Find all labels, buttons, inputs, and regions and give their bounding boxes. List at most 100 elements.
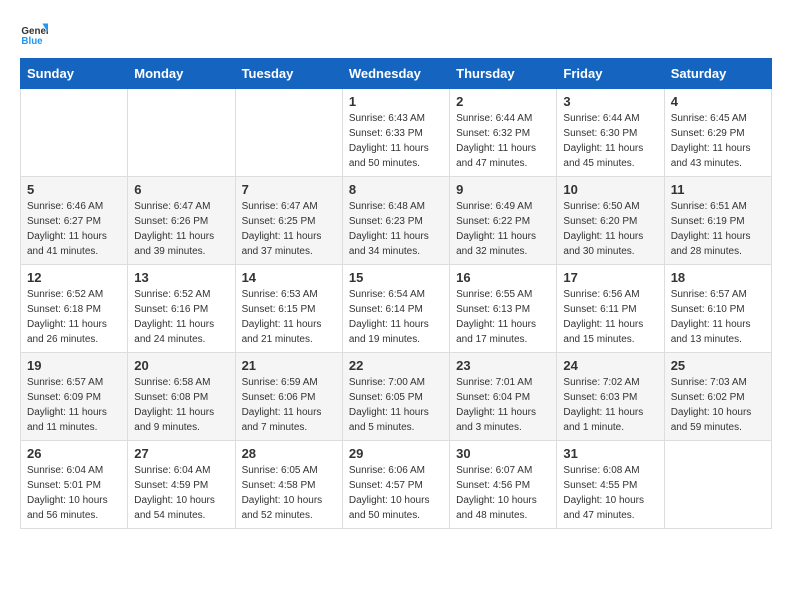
logo: General Blue	[20, 20, 52, 48]
calendar-table: SundayMondayTuesdayWednesdayThursdayFrid…	[20, 58, 772, 529]
calendar-cell: 25 Sunrise: 7:03 AM Sunset: 6:02 PM Dayli…	[664, 353, 771, 441]
day-info: Sunrise: 6:53 AM Sunset: 6:15 PM Dayligh…	[242, 287, 336, 347]
day-number: 2	[456, 94, 550, 109]
day-number: 19	[27, 358, 121, 373]
day-number: 30	[456, 446, 550, 461]
day-number: 3	[563, 94, 657, 109]
day-number: 23	[456, 358, 550, 373]
week-row-3: 19 Sunrise: 6:57 AM Sunset: 6:09 PM Dayli…	[21, 353, 772, 441]
calendar-cell: 21Sunrise: 6:59 AM Sunset: 6:06 PM Dayli…	[235, 353, 342, 441]
day-info: Sunrise: 6:04 AM Sunset: 5:01 PM Dayligh…	[27, 463, 121, 523]
calendar-cell: 10Sunrise: 6:50 AM Sunset: 6:20 PM Dayli…	[557, 177, 664, 265]
day-info: Sunrise: 6:05 AM Sunset: 4:58 PM Dayligh…	[242, 463, 336, 523]
day-info: Sunrise: 6:07 AM Sunset: 4:56 PM Dayligh…	[456, 463, 550, 523]
day-number: 16	[456, 270, 550, 285]
calendar-cell: 5 Sunrise: 6:46 AM Sunset: 6:27 PM Daylig…	[21, 177, 128, 265]
calendar-header: SundayMondayTuesdayWednesdayThursdayFrid…	[21, 59, 772, 89]
day-number: 18	[671, 270, 765, 285]
day-info: Sunrise: 6:52 AM Sunset: 6:16 PM Dayligh…	[134, 287, 228, 347]
calendar-cell	[664, 441, 771, 529]
calendar-cell: 11Sunrise: 6:51 AM Sunset: 6:19 PM Dayli…	[664, 177, 771, 265]
calendar-cell: 19 Sunrise: 6:57 AM Sunset: 6:09 PM Dayli…	[21, 353, 128, 441]
calendar-cell: 20 Sunrise: 6:58 AM Sunset: 6:08 PM Dayli…	[128, 353, 235, 441]
day-number: 21	[242, 358, 336, 373]
weekday-wednesday: Wednesday	[342, 59, 449, 89]
day-info: Sunrise: 6:48 AM Sunset: 6:23 PM Dayligh…	[349, 199, 443, 259]
day-info: Sunrise: 6:08 AM Sunset: 4:55 PM Dayligh…	[563, 463, 657, 523]
weekday-thursday: Thursday	[450, 59, 557, 89]
day-info: Sunrise: 6:06 AM Sunset: 4:57 PM Dayligh…	[349, 463, 443, 523]
weekday-row: SundayMondayTuesdayWednesdayThursdayFrid…	[21, 59, 772, 89]
week-row-1: 5 Sunrise: 6:46 AM Sunset: 6:27 PM Daylig…	[21, 177, 772, 265]
calendar-cell: 4 Sunrise: 6:45 AM Sunset: 6:29 PM Daylig…	[664, 89, 771, 177]
weekday-tuesday: Tuesday	[235, 59, 342, 89]
calendar-cell: 16 Sunrise: 6:55 AM Sunset: 6:13 PM Dayli…	[450, 265, 557, 353]
day-number: 7	[242, 182, 336, 197]
day-number: 26	[27, 446, 121, 461]
day-info: Sunrise: 6:56 AM Sunset: 6:11 PM Dayligh…	[563, 287, 657, 347]
calendar-cell: 23 Sunrise: 7:01 AM Sunset: 6:04 PM Dayli…	[450, 353, 557, 441]
day-number: 10	[563, 182, 657, 197]
calendar-cell: 31 Sunrise: 6:08 AM Sunset: 4:55 PM Dayli…	[557, 441, 664, 529]
calendar-cell: 24Sunrise: 7:02 AM Sunset: 6:03 PM Dayli…	[557, 353, 664, 441]
day-info: Sunrise: 6:57 AM Sunset: 6:10 PM Dayligh…	[671, 287, 765, 347]
calendar-cell: 17Sunrise: 6:56 AM Sunset: 6:11 PM Dayli…	[557, 265, 664, 353]
weekday-sunday: Sunday	[21, 59, 128, 89]
calendar-cell: 15Sunrise: 6:54 AM Sunset: 6:14 PM Dayli…	[342, 265, 449, 353]
calendar-cell: 27Sunrise: 6:04 AM Sunset: 4:59 PM Dayli…	[128, 441, 235, 529]
day-info: Sunrise: 6:46 AM Sunset: 6:27 PM Dayligh…	[27, 199, 121, 259]
day-info: Sunrise: 6:49 AM Sunset: 6:22 PM Dayligh…	[456, 199, 550, 259]
day-number: 20	[134, 358, 228, 373]
day-number: 5	[27, 182, 121, 197]
weekday-monday: Monday	[128, 59, 235, 89]
calendar-cell: 1 Sunrise: 6:43 AM Sunset: 6:33 PM Daylig…	[342, 89, 449, 177]
day-info: Sunrise: 6:47 AM Sunset: 6:26 PM Dayligh…	[134, 199, 228, 259]
day-number: 8	[349, 182, 443, 197]
day-info: Sunrise: 6:57 AM Sunset: 6:09 PM Dayligh…	[27, 375, 121, 435]
day-number: 25	[671, 358, 765, 373]
day-info: Sunrise: 6:52 AM Sunset: 6:18 PM Dayligh…	[27, 287, 121, 347]
svg-text:Blue: Blue	[21, 36, 43, 47]
day-number: 9	[456, 182, 550, 197]
calendar-cell	[235, 89, 342, 177]
day-number: 13	[134, 270, 228, 285]
page-header: General Blue	[20, 20, 772, 48]
day-info: Sunrise: 6:04 AM Sunset: 4:59 PM Dayligh…	[134, 463, 228, 523]
day-number: 29	[349, 446, 443, 461]
calendar-cell: 30 Sunrise: 6:07 AM Sunset: 4:56 PM Dayli…	[450, 441, 557, 529]
day-info: Sunrise: 6:44 AM Sunset: 6:32 PM Dayligh…	[456, 111, 550, 171]
calendar-cell	[128, 89, 235, 177]
week-row-4: 26 Sunrise: 6:04 AM Sunset: 5:01 PM Dayli…	[21, 441, 772, 529]
calendar-cell: 7 Sunrise: 6:47 AM Sunset: 6:25 PM Daylig…	[235, 177, 342, 265]
day-info: Sunrise: 6:58 AM Sunset: 6:08 PM Dayligh…	[134, 375, 228, 435]
day-info: Sunrise: 6:43 AM Sunset: 6:33 PM Dayligh…	[349, 111, 443, 171]
calendar-cell	[21, 89, 128, 177]
calendar-cell: 3Sunrise: 6:44 AM Sunset: 6:30 PM Daylig…	[557, 89, 664, 177]
day-number: 24	[563, 358, 657, 373]
day-number: 1	[349, 94, 443, 109]
calendar-cell: 2 Sunrise: 6:44 AM Sunset: 6:32 PM Daylig…	[450, 89, 557, 177]
day-info: Sunrise: 6:47 AM Sunset: 6:25 PM Dayligh…	[242, 199, 336, 259]
day-number: 14	[242, 270, 336, 285]
week-row-2: 12 Sunrise: 6:52 AM Sunset: 6:18 PM Dayli…	[21, 265, 772, 353]
calendar-cell: 13 Sunrise: 6:52 AM Sunset: 6:16 PM Dayli…	[128, 265, 235, 353]
day-number: 15	[349, 270, 443, 285]
day-number: 4	[671, 94, 765, 109]
day-number: 6	[134, 182, 228, 197]
day-info: Sunrise: 7:03 AM Sunset: 6:02 PM Dayligh…	[671, 375, 765, 435]
calendar-body: 1 Sunrise: 6:43 AM Sunset: 6:33 PM Daylig…	[21, 89, 772, 529]
day-number: 31	[563, 446, 657, 461]
logo-icon: General Blue	[20, 20, 48, 48]
weekday-saturday: Saturday	[664, 59, 771, 89]
calendar-cell: 8 Sunrise: 6:48 AM Sunset: 6:23 PM Daylig…	[342, 177, 449, 265]
day-info: Sunrise: 6:45 AM Sunset: 6:29 PM Dayligh…	[671, 111, 765, 171]
day-info: Sunrise: 7:01 AM Sunset: 6:04 PM Dayligh…	[456, 375, 550, 435]
calendar-cell: 9 Sunrise: 6:49 AM Sunset: 6:22 PM Daylig…	[450, 177, 557, 265]
day-number: 22	[349, 358, 443, 373]
day-number: 28	[242, 446, 336, 461]
calendar-cell: 12 Sunrise: 6:52 AM Sunset: 6:18 PM Dayli…	[21, 265, 128, 353]
calendar-cell: 18 Sunrise: 6:57 AM Sunset: 6:10 PM Dayli…	[664, 265, 771, 353]
day-number: 12	[27, 270, 121, 285]
week-row-0: 1 Sunrise: 6:43 AM Sunset: 6:33 PM Daylig…	[21, 89, 772, 177]
day-info: Sunrise: 6:55 AM Sunset: 6:13 PM Dayligh…	[456, 287, 550, 347]
